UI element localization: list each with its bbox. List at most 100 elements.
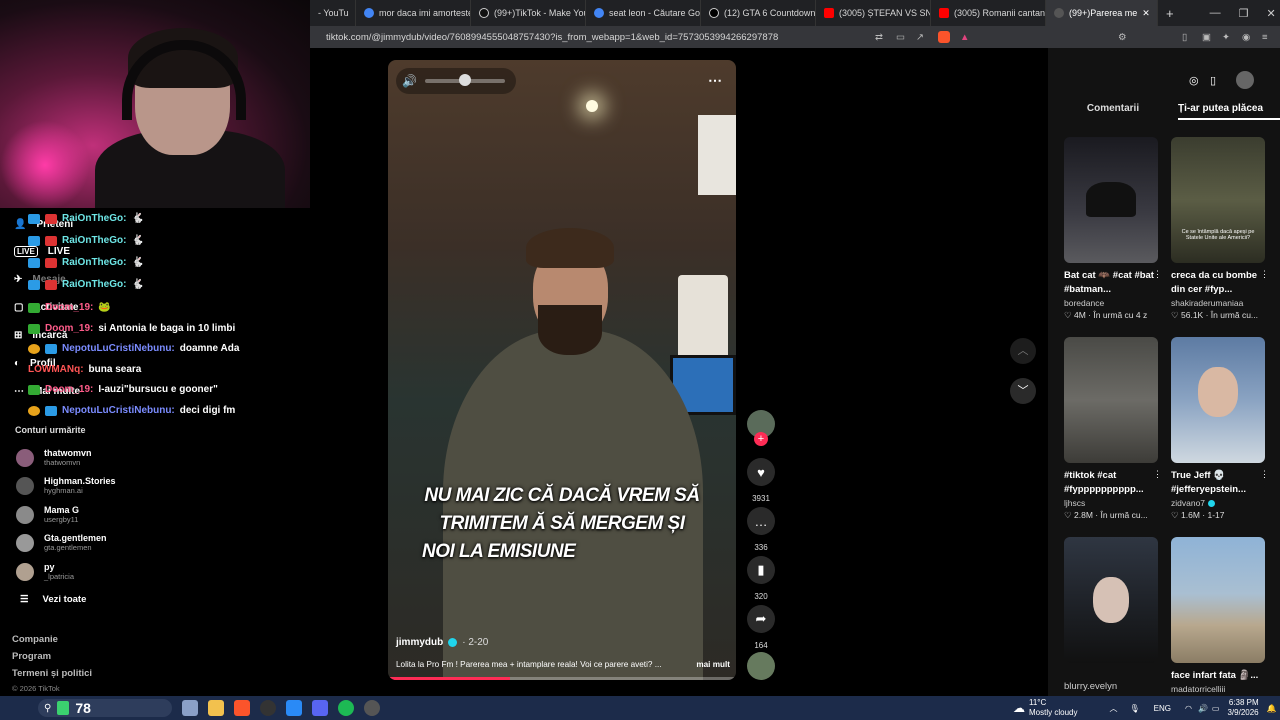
video-progress-bar[interactable] xyxy=(388,677,736,680)
wifi-icon[interactable]: ◠ xyxy=(1185,704,1192,713)
share-button[interactable]: ➦ 164 xyxy=(746,605,776,650)
tab-audio-icon[interactable] xyxy=(1054,8,1064,18)
previous-video-button[interactable]: ︿ xyxy=(1010,338,1036,364)
new-tab-icon[interactable]: + xyxy=(1166,6,1174,21)
comment-icon[interactable]: … xyxy=(747,507,775,535)
recommended-video-card[interactable]: True Jeff 💀 #jefferyepstein... zidvano7 … xyxy=(1171,337,1269,521)
save-button[interactable]: ▮ 320 xyxy=(746,556,776,601)
followed-account[interactable]: thatwomvn thatwomvn xyxy=(16,448,92,467)
comment-button[interactable]: … 336 xyxy=(746,507,776,552)
volume-icon[interactable]: 🔊 xyxy=(1198,704,1208,713)
video-thumbnail[interactable] xyxy=(1064,337,1158,463)
more-options-icon[interactable]: ⋮ xyxy=(1153,269,1162,280)
video-author[interactable]: jimmydub xyxy=(396,637,443,648)
followed-account[interactable]: Mama Gusergby11 xyxy=(16,505,79,524)
volume-icon[interactable]: 🔊 xyxy=(402,74,417,88)
followed-account[interactable]: Highman.Stories hyghman.ai xyxy=(16,476,116,495)
vpn-icon[interactable]: ◉ xyxy=(1242,32,1250,43)
browser-tab[interactable]: (99+)TikTok - Make Your xyxy=(471,0,586,26)
music-disc-button[interactable] xyxy=(746,652,776,680)
minimize-icon[interactable]: — xyxy=(1210,7,1221,19)
recommended-video-card[interactable]: face infart fata 🗿... madatorricelliii xyxy=(1171,537,1265,694)
volume-control[interactable]: 🔊 xyxy=(396,68,516,94)
recommended-video-card[interactable]: Bat cat 🦇 #cat #bat #batman... boredance… xyxy=(1064,137,1162,321)
followed-account[interactable]: py _lpatricia xyxy=(16,562,74,581)
recommended-video-card[interactable]: #tiktok #cat #fypppppppppp... ljhscs ♡ 2… xyxy=(1064,337,1162,521)
browser-tab[interactable]: - YouTu xyxy=(310,0,356,26)
mic-icon[interactable]: 🎙 xyxy=(1129,704,1139,713)
tray-chevron-icon[interactable]: ︿ xyxy=(1109,703,1117,714)
footer-program-link[interactable]: Program xyxy=(12,651,51,662)
discord-icon[interactable] xyxy=(312,700,328,716)
video-thumbnail[interactable] xyxy=(1171,337,1265,463)
taskbar-search-box[interactable]: ⚲ 78 xyxy=(38,699,172,717)
notification-icon[interactable]: 🔔 xyxy=(1267,704,1277,713)
followed-account[interactable]: Gta.gentlemen gta.gentlemen xyxy=(16,533,107,552)
more-link[interactable]: mai mult xyxy=(696,660,730,669)
browser-tab-active[interactable]: (99+)Parerea me ✕ xyxy=(1046,0,1158,26)
next-video-button[interactable]: ﹀ xyxy=(1010,378,1036,404)
tab-comments[interactable]: Comentarii xyxy=(1048,103,1178,120)
more-options-icon[interactable]: ⋮ xyxy=(1153,469,1162,480)
nav-live[interactable]: LIVE LIVE xyxy=(14,246,70,257)
screen-icon[interactable]: ▭ xyxy=(896,32,905,43)
more-options-icon[interactable]: ⋮ xyxy=(1260,269,1269,280)
footer-terms-link[interactable]: Termeni și politici xyxy=(12,668,92,679)
language-indicator[interactable]: ENG xyxy=(1154,704,1171,713)
task-view-icon[interactable] xyxy=(182,700,198,716)
extensions-icon[interactable]: ⚙ xyxy=(1118,32,1127,43)
address-bar[interactable]: tiktok.com/@jimmydub/video/7608994555048… xyxy=(310,26,1280,48)
weather-widget[interactable]: 11°C Mostly cloudy xyxy=(1029,698,1077,718)
menu-icon[interactable]: ≡ xyxy=(1262,32,1268,43)
volume-slider-knob[interactable] xyxy=(458,74,471,86)
window-close-icon[interactable]: ✕ xyxy=(1266,7,1275,20)
like-button[interactable]: ♥ 3931 xyxy=(746,458,776,503)
recommended-video-card[interactable]: Ce se întâmplă dacă apeși pe Statele Uni… xyxy=(1171,137,1269,321)
heart-icon[interactable]: ♥ xyxy=(747,458,775,486)
browser-tab[interactable]: (12) GTA 6 Countdown xyxy=(701,0,816,26)
share-arrow-icon[interactable]: ➦ xyxy=(747,605,775,633)
maximize-icon[interactable]: ❐ xyxy=(1239,7,1249,20)
video-player[interactable]: 🔊 ⋯ NU MAI ZIC CĂ DACĂ VREM SĂ TRIMITEM … xyxy=(388,60,736,680)
video-thumbnail[interactable] xyxy=(1064,537,1158,663)
browser-tab[interactable]: (3005) Romanii cantand xyxy=(931,0,1046,26)
microsoft-store-icon[interactable] xyxy=(286,700,302,716)
music-disc-icon[interactable] xyxy=(747,652,775,680)
video-thumbnail[interactable]: Ce se întâmplă dacă apeși pe Statele Uni… xyxy=(1171,137,1265,263)
app-icon[interactable] xyxy=(364,700,380,716)
device-icon[interactable]: ▯ xyxy=(1210,74,1216,87)
brave-rewards-icon[interactable]: ▲ xyxy=(960,32,969,43)
file-explorer-icon[interactable] xyxy=(208,700,224,716)
author-avatar-button[interactable]: + xyxy=(746,410,776,446)
compass-icon[interactable]: ◎ xyxy=(1189,74,1199,87)
brave-shield-icon[interactable] xyxy=(938,31,950,43)
share-icon[interactable]: ↗ xyxy=(916,32,924,43)
avatar[interactable] xyxy=(1236,71,1254,89)
follow-plus-icon[interactable]: + xyxy=(754,432,768,446)
more-options-icon[interactable]: ⋮ xyxy=(1260,469,1269,480)
close-icon[interactable]: ✕ xyxy=(1142,8,1150,19)
browser-tab[interactable]: (3005) ȘTEFAN VS SNIK xyxy=(816,0,931,26)
obs-icon[interactable] xyxy=(260,700,276,716)
url-text[interactable]: tiktok.com/@jimmydub/video/7608994555048… xyxy=(326,32,778,43)
browser-tab[interactable]: seat leon - Căutare Goog xyxy=(586,0,701,26)
volume-slider[interactable] xyxy=(424,74,505,86)
footer-company-link[interactable]: Companie xyxy=(12,634,58,645)
clock[interactable]: 6:38 PM 3/9/2026 xyxy=(1227,698,1258,718)
brave-browser-icon[interactable] xyxy=(234,700,250,716)
tab-recommended[interactable]: Ți-ar putea plăcea xyxy=(1178,103,1280,120)
battery-icon[interactable]: ▭ xyxy=(1212,704,1220,713)
video-thumbnail[interactable] xyxy=(1171,537,1265,663)
translate-icon[interactable]: ⇄ xyxy=(875,32,883,43)
spotify-icon[interactable] xyxy=(338,700,354,716)
leo-icon[interactable]: ✦ xyxy=(1222,32,1230,43)
bookmark-icon[interactable]: ▮ xyxy=(747,556,775,584)
more-options-icon[interactable]: ⋯ xyxy=(708,72,722,89)
sidebar-icon[interactable]: ▯ xyxy=(1182,32,1187,43)
weather-icon[interactable]: ☁ xyxy=(1013,701,1025,715)
wallet-icon[interactable]: ▣ xyxy=(1202,32,1211,43)
video-thumbnail[interactable] xyxy=(1064,137,1158,263)
recommended-video-card[interactable]: blurry.evelyn xyxy=(1064,537,1158,692)
see-all-link[interactable]: ☰ Vezi toate xyxy=(20,594,86,605)
browser-tab[interactable]: mor daca imi amorteste xyxy=(356,0,471,26)
